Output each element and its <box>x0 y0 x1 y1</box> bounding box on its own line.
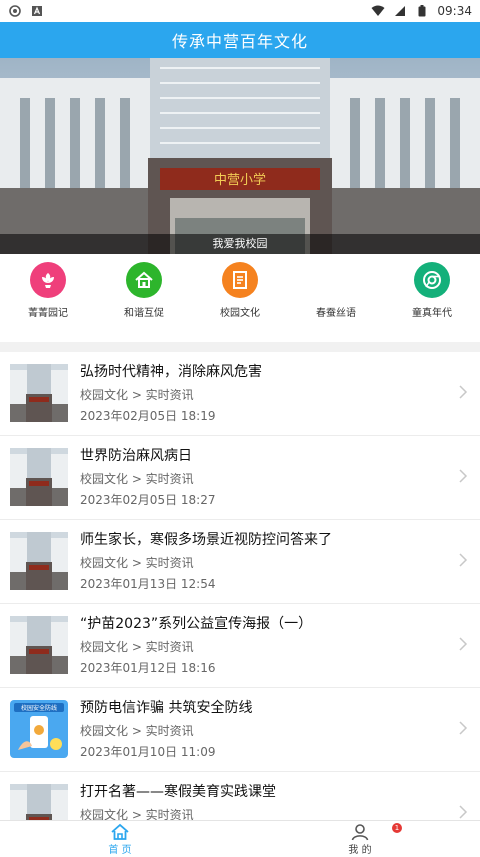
text-notification-icon <box>30 5 44 17</box>
news-thumbnail <box>10 448 68 506</box>
school-sign-text: 中营小学 <box>214 172 266 188</box>
news-title: 师生家长，寒假多场景近视防控问答来了 <box>80 532 332 548</box>
tab-me[interactable]: 我 的 1 <box>240 821 480 857</box>
chrome-circle-icon <box>414 262 450 298</box>
quick-nav-item-1[interactable]: 菁菁园记 <box>3 262 93 319</box>
news-date: 2023年02月05日 18:19 <box>80 409 216 423</box>
wifi-icon <box>371 5 385 17</box>
quick-nav-item-2[interactable]: 和谐互促 <box>99 262 189 319</box>
news-title: 预防电信诈骗 共筑安全防线 <box>80 700 253 716</box>
settings-notification-icon <box>8 5 22 17</box>
quick-nav: 菁菁园记 和谐互促 校园文化 春蚕丝语 童真年代 <box>0 256 480 336</box>
bottom-tab-bar: 首 页 我 的 1 <box>0 820 480 857</box>
quick-nav-label: 菁菁园记 <box>28 308 68 319</box>
clock: 09:34 <box>437 4 472 18</box>
battery-icon <box>415 5 429 17</box>
news-category: 校园文化 > 实时资讯 <box>80 472 194 486</box>
news-thumbnail <box>10 532 68 590</box>
news-item[interactable]: 师生家长，寒假多场景近视防控问答来了 校园文化 > 实时资讯 2023年01月1… <box>0 520 480 604</box>
news-item[interactable]: “护苗2023”系列公益宣传海报（一） 校园文化 > 实时资讯 2023年01月… <box>0 604 480 688</box>
chevron-right-icon <box>459 721 468 735</box>
status-bar: 09:34 <box>0 0 480 22</box>
news-title: 弘扬时代精神，消除麻风危害 <box>80 364 262 380</box>
quick-nav-label: 校园文化 <box>220 308 260 319</box>
blank-icon <box>318 262 354 298</box>
user-icon <box>351 823 369 840</box>
section-divider <box>0 342 480 352</box>
notification-badge: 1 <box>392 823 402 833</box>
chevron-right-icon <box>459 385 468 399</box>
news-title: 世界防治麻风病日 <box>80 448 192 464</box>
page-title: 传承中营百年文化 <box>171 32 308 51</box>
news-thumbnail <box>10 616 68 674</box>
news-date: 2023年01月12日 18:16 <box>80 661 216 675</box>
news-item[interactable]: 弘扬时代精神，消除麻风危害 校园文化 > 实时资讯 2023年02月05日 18… <box>0 352 480 436</box>
tab-home-label: 首 页 <box>108 844 132 856</box>
signal-icon <box>393 5 407 17</box>
chevron-right-icon <box>459 637 468 651</box>
news-category: 校园文化 > 实时资讯 <box>80 724 194 738</box>
news-thumbnail <box>10 784 68 820</box>
news-item[interactable]: 打开名著——寒假美育实践课堂 校园文化 > 实时资讯 <box>0 772 480 820</box>
school-gate-photo: 中营小学 <box>0 58 480 254</box>
chevron-right-icon <box>459 553 468 567</box>
news-date: 2023年01月13日 12:54 <box>80 577 216 591</box>
news-list: 弘扬时代精神，消除麻风危害 校园文化 > 实时资讯 2023年02月05日 18… <box>0 352 480 820</box>
chevron-right-icon <box>459 805 468 819</box>
quick-nav-label: 春蚕丝语 <box>316 308 356 319</box>
quick-nav-label: 和谐互促 <box>124 308 164 319</box>
quick-nav-label: 童真年代 <box>412 308 452 319</box>
news-category: 校园文化 > 实时资讯 <box>80 808 194 820</box>
news-category: 校园文化 > 实时资讯 <box>80 556 194 570</box>
app-title-bar: 传承中营百年文化 <box>0 22 480 58</box>
news-thumbnail: 校园安全防线 <box>10 700 68 758</box>
tab-me-label: 我 的 <box>348 844 372 856</box>
news-category: 校园文化 > 实时资讯 <box>80 388 194 402</box>
news-item[interactable]: 世界防治麻风病日 校园文化 > 实时资讯 2023年02月05日 18:27 <box>0 436 480 520</box>
tab-home[interactable]: 首 页 <box>0 821 240 857</box>
chevron-right-icon <box>459 469 468 483</box>
document-icon <box>222 262 258 298</box>
news-title: 打开名著——寒假美育实践课堂 <box>80 784 276 800</box>
quick-nav-item-3[interactable]: 校园文化 <box>195 262 285 319</box>
thumb-text: 校园安全防线 <box>21 704 57 712</box>
banner-caption: 我爱我校园 <box>0 234 480 254</box>
news-title: “护苗2023”系列公益宣传海报（一） <box>80 616 313 632</box>
home-icon <box>126 262 162 298</box>
news-date: 2023年02月05日 18:27 <box>80 493 216 507</box>
banner-carousel[interactable]: 中营小学 我爱我校园 <box>0 58 480 254</box>
news-item[interactable]: 校园安全防线 预防电信诈骗 共筑安全防线 校园文化 > 实时资讯 2023年01… <box>0 688 480 772</box>
news-date: 2023年01月10日 11:09 <box>80 745 216 759</box>
news-thumbnail <box>10 364 68 422</box>
quick-nav-item-5[interactable]: 童真年代 <box>387 262 477 319</box>
flower-icon <box>30 262 66 298</box>
home-icon <box>111 823 129 840</box>
quick-nav-item-4[interactable]: 春蚕丝语 <box>291 262 381 319</box>
news-category: 校园文化 > 实时资讯 <box>80 640 194 654</box>
